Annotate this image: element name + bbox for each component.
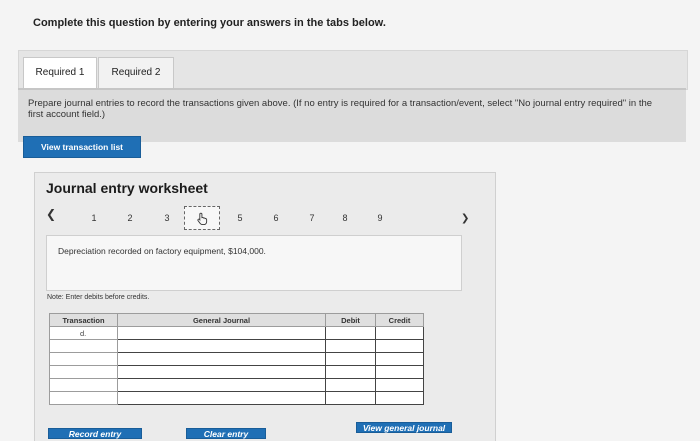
credit-input[interactable]	[375, 352, 424, 366]
journal-entry-worksheet: Journal entry worksheet ❮ 1 2 3 5 6 7 8 …	[34, 172, 496, 441]
debit-input[interactable]	[325, 326, 376, 340]
transaction-cell: d.	[49, 326, 118, 340]
credit-column-header: Credit	[375, 313, 424, 327]
credit-input[interactable]	[375, 391, 424, 405]
account-input[interactable]	[117, 339, 326, 353]
debit-input[interactable]	[325, 391, 376, 405]
table-row	[49, 391, 424, 405]
credit-input[interactable]	[375, 339, 424, 353]
clear-entry-button[interactable]: Clear entry	[186, 428, 266, 439]
table-header-row: Transaction General Journal Debit Credit	[49, 313, 424, 327]
table-row: d.	[49, 326, 424, 340]
page-4-current[interactable]	[184, 206, 220, 230]
transaction-cell	[49, 339, 118, 353]
page-1[interactable]: 1	[87, 213, 101, 223]
debit-input[interactable]	[325, 339, 376, 353]
page-8[interactable]: 8	[338, 213, 352, 223]
view-transaction-list-button[interactable]: View transaction list	[23, 136, 141, 158]
account-input[interactable]	[117, 378, 326, 392]
journal-table: Transaction General Journal Debit Credit…	[49, 313, 424, 405]
transaction-column-header: Transaction	[49, 313, 118, 327]
record-entry-button[interactable]: Record entry	[48, 428, 142, 439]
transaction-description: Depreciation recorded on factory equipme…	[58, 246, 266, 256]
page-6[interactable]: 6	[269, 213, 283, 223]
view-general-journal-button[interactable]: View general journal	[356, 422, 452, 433]
page-7[interactable]: 7	[305, 213, 319, 223]
previous-page-icon[interactable]: ❮	[46, 207, 56, 221]
instruction-text: Complete this question by entering your …	[33, 17, 386, 29]
credit-input[interactable]	[375, 365, 424, 379]
next-page-icon[interactable]: ❯	[461, 213, 469, 224]
debit-input[interactable]	[325, 352, 376, 366]
transaction-cell	[49, 391, 118, 405]
table-row	[49, 339, 424, 353]
tab-required-2[interactable]: Required 2	[98, 57, 174, 89]
credit-input[interactable]	[375, 378, 424, 392]
transaction-description-box: Depreciation recorded on factory equipme…	[46, 235, 462, 291]
page-3[interactable]: 3	[160, 213, 174, 223]
worksheet-title: Journal entry worksheet	[46, 180, 208, 196]
table-row	[49, 365, 424, 379]
table-row	[49, 378, 424, 392]
table-row	[49, 352, 424, 366]
page-2[interactable]: 2	[123, 213, 137, 223]
prompt-text: Prepare journal entries to record the tr…	[28, 98, 653, 120]
credit-input[interactable]	[375, 326, 424, 340]
debit-column-header: Debit	[325, 313, 376, 327]
note-text: Note: Enter debits before credits.	[47, 294, 150, 301]
page-5[interactable]: 5	[233, 213, 247, 223]
tab-required-1[interactable]: Required 1	[23, 57, 97, 89]
account-input[interactable]	[117, 352, 326, 366]
debit-input[interactable]	[325, 378, 376, 392]
account-input[interactable]	[117, 391, 326, 405]
account-input[interactable]	[117, 365, 326, 379]
hand-pointer-icon	[197, 212, 208, 225]
instruction-panel: Prepare journal entries to record the tr…	[18, 88, 686, 142]
transaction-cell	[49, 352, 118, 366]
tab-bar: Required 1 Required 2	[18, 50, 688, 90]
transaction-cell	[49, 365, 118, 379]
account-input[interactable]	[117, 326, 326, 340]
transaction-cell	[49, 378, 118, 392]
debit-input[interactable]	[325, 365, 376, 379]
page-9[interactable]: 9	[373, 213, 387, 223]
general-journal-column-header: General Journal	[117, 313, 326, 327]
